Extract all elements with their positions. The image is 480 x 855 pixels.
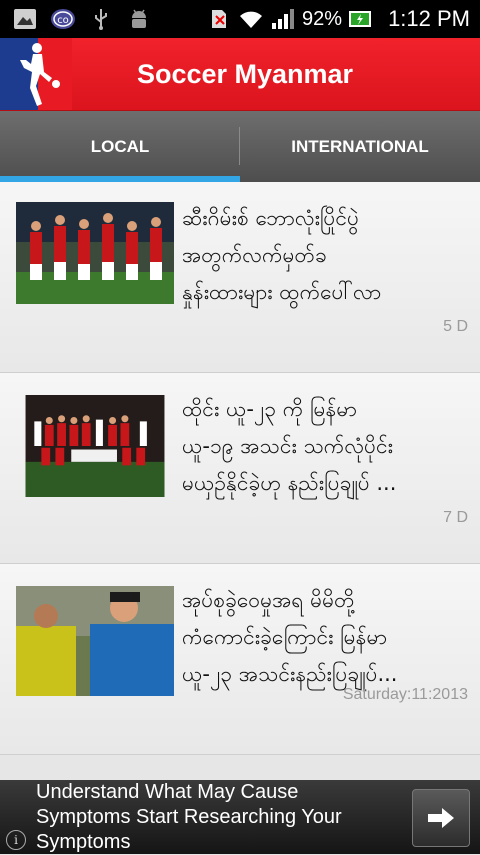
clock: 1:12 PM xyxy=(388,6,470,31)
android-debug-icon xyxy=(126,8,152,30)
status-bar: co 92% 1:12 PM xyxy=(0,0,480,38)
screenshot-icon xyxy=(12,8,38,30)
news-item[interactable]: ထိုင်း ယူ-၂၃ ကို မြန်မာ ယူ-၁၉ အသင်း သက်လ… xyxy=(0,373,480,564)
ad-banner[interactable]: Understand What May Cause Symptoms Start… xyxy=(0,780,480,854)
news-title: ထိုင်း ယူ-၂၃ ကို မြန်မာ ယူ-၁၉ အသင်း သက်လ… xyxy=(182,391,470,502)
news-title-line: ဆီးဂိမ်းစ် ဘောလုံးပြိုင်ပွဲ xyxy=(182,206,360,230)
battery-percent: 92% xyxy=(302,7,343,30)
signal-icon xyxy=(270,8,296,30)
news-title-line: ကံကောင်းခဲ့ကြောင်း မြန်မာ xyxy=(182,625,388,649)
news-title: အုပ်စုခွဲဝေမှုအရ မိမိတို့ ကံကောင်းခဲ့ကြေ… xyxy=(182,582,470,693)
news-title-line: ယူ-၁၉ အသင်း သက်လုံပိုင်း xyxy=(182,434,393,458)
no-sim-icon xyxy=(206,8,232,30)
ad-text: Understand What May Cause Symptoms Start… xyxy=(36,781,342,853)
app-title: Soccer Myanmar xyxy=(136,59,354,89)
news-date: Saturday:11:2013 xyxy=(342,686,468,703)
ad-arrow-button[interactable] xyxy=(412,789,470,847)
tab-local-label: LOCAL xyxy=(90,136,150,156)
news-title-line: အတွက်လက်မှတ်ခ xyxy=(182,243,327,267)
battery-charging-icon xyxy=(348,8,374,30)
news-title-line: မယှဉ်နိုင်ခဲ့ဟု နည်းပြချုပ် ... xyxy=(182,471,397,495)
news-thumbnail xyxy=(25,395,165,497)
tab-international[interactable]: INTERNATIONAL xyxy=(240,111,480,182)
news-date: 7 D xyxy=(443,509,468,526)
viber-icon: co xyxy=(50,8,76,30)
news-title-line: နှုန်းထားများ ထွက်ပေါ်လာ xyxy=(182,280,382,304)
app-bar: Soccer Myanmar xyxy=(0,38,480,111)
news-thumbnail xyxy=(16,202,174,304)
news-date: 5 D xyxy=(443,318,468,335)
svg-text:co: co xyxy=(57,15,69,26)
news-item[interactable]: ဆီးဂိမ်းစ် ဘောလုံးပြိုင်ပွဲ အတွက်လက်မှတ်… xyxy=(0,182,480,373)
news-title-line: အုပ်စုခွဲဝေမှုအရ မိမိတို့ xyxy=(182,588,355,612)
info-icon[interactable]: i xyxy=(6,830,26,850)
news-item[interactable]: အုပ်စုခွဲဝေမှုအရ မိမိတို့ ကံကောင်းခဲ့ကြေ… xyxy=(0,564,480,755)
news-list[interactable]: ဆီးဂိမ်းစ် ဘောလုံးပြိုင်ပွဲ အတွက်လက်မှတ်… xyxy=(0,182,480,780)
news-title: ဆီးဂိမ်းစ် ဘောလုံးပြိုင်ပွဲ အတွက်လက်မှတ်… xyxy=(182,200,470,311)
tab-local[interactable]: LOCAL xyxy=(0,111,240,182)
arrow-right-icon xyxy=(428,808,454,828)
tab-bar: LOCAL INTERNATIONAL xyxy=(0,111,480,182)
wifi-icon xyxy=(238,8,264,30)
tab-international-label: INTERNATIONAL xyxy=(291,136,429,156)
news-title-line: ထိုင်း ယူ-၂၃ ကို မြန်မာ xyxy=(182,397,357,421)
usb-icon xyxy=(88,8,114,30)
news-thumbnail xyxy=(16,586,174,696)
